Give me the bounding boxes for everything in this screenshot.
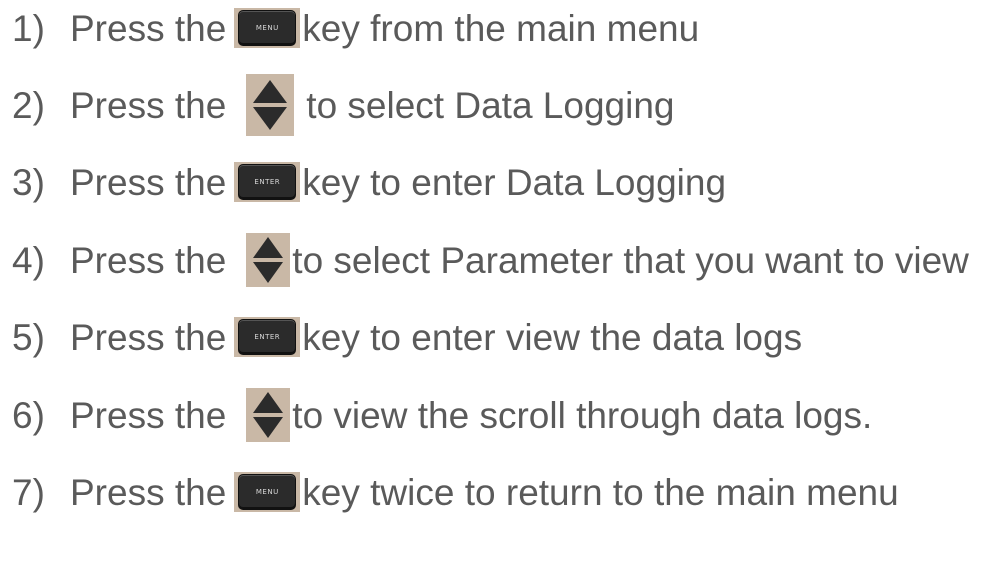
step-3: 3) Press the ENTER key to enter Data Log… xyxy=(12,157,726,207)
step-text: key to enter Data Logging xyxy=(302,161,727,203)
step-1: 1) Press the MENU key from the main menu xyxy=(12,3,699,53)
step-prefix: Press the xyxy=(70,84,227,126)
step-5: 5) Press the ENTER key to enter view the… xyxy=(12,312,802,362)
step-number: 7) xyxy=(12,471,45,513)
enter-key-icon: ENTER xyxy=(234,162,301,202)
step-number: 6) xyxy=(12,394,45,436)
menu-key-label: MENU xyxy=(238,474,297,510)
step-prefix: Press the xyxy=(70,471,227,513)
menu-key-icon: MENU xyxy=(234,8,301,48)
step-text: to view the scroll through data logs. xyxy=(292,394,873,436)
step-text: to select Data Logging xyxy=(306,84,675,126)
step-number: 1) xyxy=(12,7,45,49)
step-prefix: Press the xyxy=(70,161,227,203)
step-text: to select Parameter that you want to vie… xyxy=(292,239,969,281)
step-prefix: Press the xyxy=(70,316,227,358)
step-7: 7) Press the MENU key twice to return to… xyxy=(12,467,899,517)
instruction-list: 1) Press the MENU key from the main menu… xyxy=(0,0,989,562)
enter-key-label: ENTER xyxy=(238,319,297,355)
up-down-arrow-key-icon xyxy=(246,233,291,287)
step-number: 2) xyxy=(12,84,45,126)
step-text: key to enter view the data logs xyxy=(302,316,803,358)
step-2: 2) Press the to select Data Logging xyxy=(12,74,675,136)
enter-key-icon: ENTER xyxy=(234,317,301,357)
enter-key-label: ENTER xyxy=(238,164,297,200)
step-text: key twice to return to the main menu xyxy=(302,471,899,513)
up-down-arrow-key-icon xyxy=(246,74,295,136)
step-number: 4) xyxy=(12,239,45,281)
step-6: 6) Press the to view the scroll through … xyxy=(12,388,873,442)
step-number: 5) xyxy=(12,316,45,358)
up-down-arrow-key-icon xyxy=(246,388,291,442)
step-4: 4) Press the to select Parameter that yo… xyxy=(12,233,969,287)
step-number: 3) xyxy=(12,161,45,203)
step-text: key from the main menu xyxy=(302,7,700,49)
step-prefix: Press the xyxy=(70,394,227,436)
menu-key-label: MENU xyxy=(238,10,297,46)
step-prefix: Press the xyxy=(70,239,227,281)
menu-key-icon: MENU xyxy=(234,472,301,512)
step-prefix: Press the xyxy=(70,7,227,49)
